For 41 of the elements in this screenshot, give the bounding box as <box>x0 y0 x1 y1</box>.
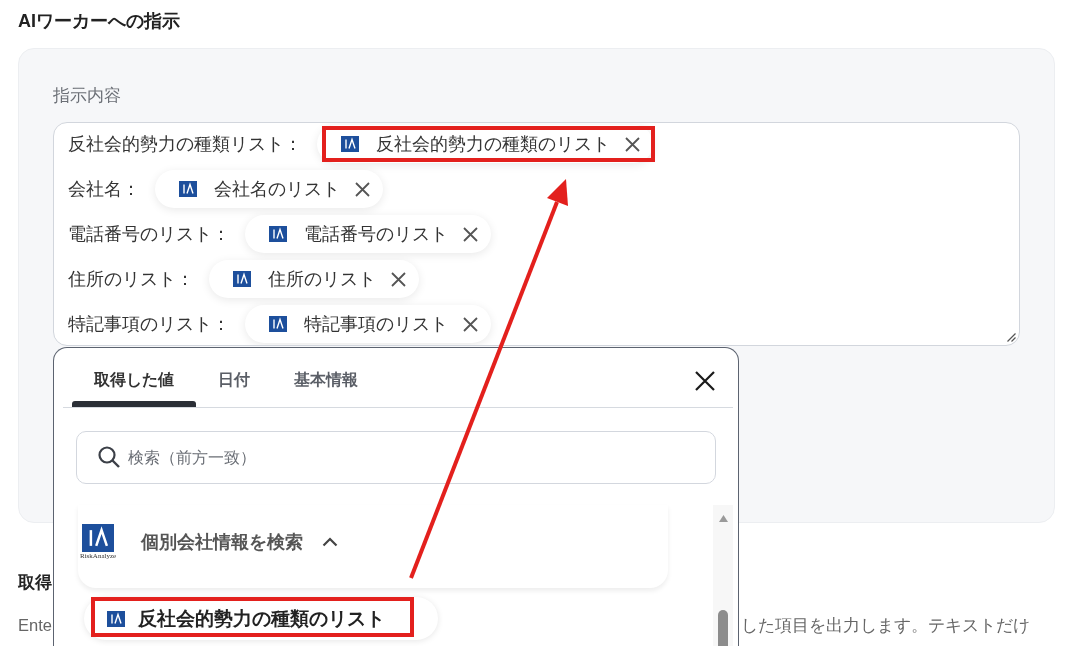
group-title: 個別会社情報を検索 <box>141 530 304 554</box>
tab[interactable]: 日付 <box>196 348 272 407</box>
search-icon <box>98 446 120 468</box>
close-button[interactable] <box>694 370 716 392</box>
scrollbar-thumb[interactable] <box>718 610 728 646</box>
remove-icon[interactable] <box>625 136 640 152</box>
logo-icon <box>107 610 125 627</box>
chevron-up-icon[interactable] <box>322 536 339 547</box>
list-item[interactable]: 反社会的勢力の種類のリスト <box>84 597 438 640</box>
tab[interactable]: 基本情報 <box>272 348 380 407</box>
remove-icon[interactable] <box>391 271 406 287</box>
line-label: 電話番号のリスト： <box>68 223 230 246</box>
line-label: 会社名： <box>68 178 140 201</box>
section-title: 取得 <box>18 572 52 594</box>
description-text: Ente <box>18 615 52 636</box>
logo-icon <box>269 316 287 332</box>
tab[interactable]: 取得した値 <box>72 348 196 407</box>
instruction-field[interactable]: 反社会的勢力の種類リスト： 反社会的勢力の種類のリスト 会社名： 会社名のリスト 電話番号のリスト： 電話番号のリスト 住所のリスト： 住所のリスト 特記事項のリスト： 特記事項のリスト <box>53 122 1020 346</box>
scroll-up-icon[interactable] <box>718 515 728 522</box>
remove-icon[interactable] <box>463 226 478 242</box>
field-label: 指示内容 <box>53 85 121 107</box>
chip-label: 住所のリスト <box>268 268 376 291</box>
remove-icon[interactable] <box>355 181 370 197</box>
search-field[interactable]: 検索（前方一致） <box>76 431 716 484</box>
logo-icon <box>269 226 287 242</box>
logo-icon <box>82 523 115 552</box>
logo-icon <box>179 181 197 197</box>
line-label: 特記事項のリスト： <box>68 313 230 336</box>
section-title: AIワーカーへの指示 <box>18 10 180 32</box>
chip-label: 特記事項のリスト <box>304 313 448 336</box>
close-icon <box>694 370 716 392</box>
resize-handle-icon[interactable] <box>1007 333 1016 342</box>
remove-icon[interactable] <box>463 316 478 332</box>
logo-icon <box>233 271 251 287</box>
line-label: 反社会的勢力の種類リスト： <box>68 133 302 156</box>
logo-icon <box>341 136 359 152</box>
chip-label: 反社会的勢力の種類のリスト <box>376 133 610 156</box>
chip-label: 会社名のリスト <box>214 178 340 201</box>
line-label: 住所のリスト： <box>68 268 194 291</box>
chip-label: 電話番号のリスト <box>304 223 448 246</box>
description-text: した項目を出力します。テキストだけ <box>741 615 1030 636</box>
